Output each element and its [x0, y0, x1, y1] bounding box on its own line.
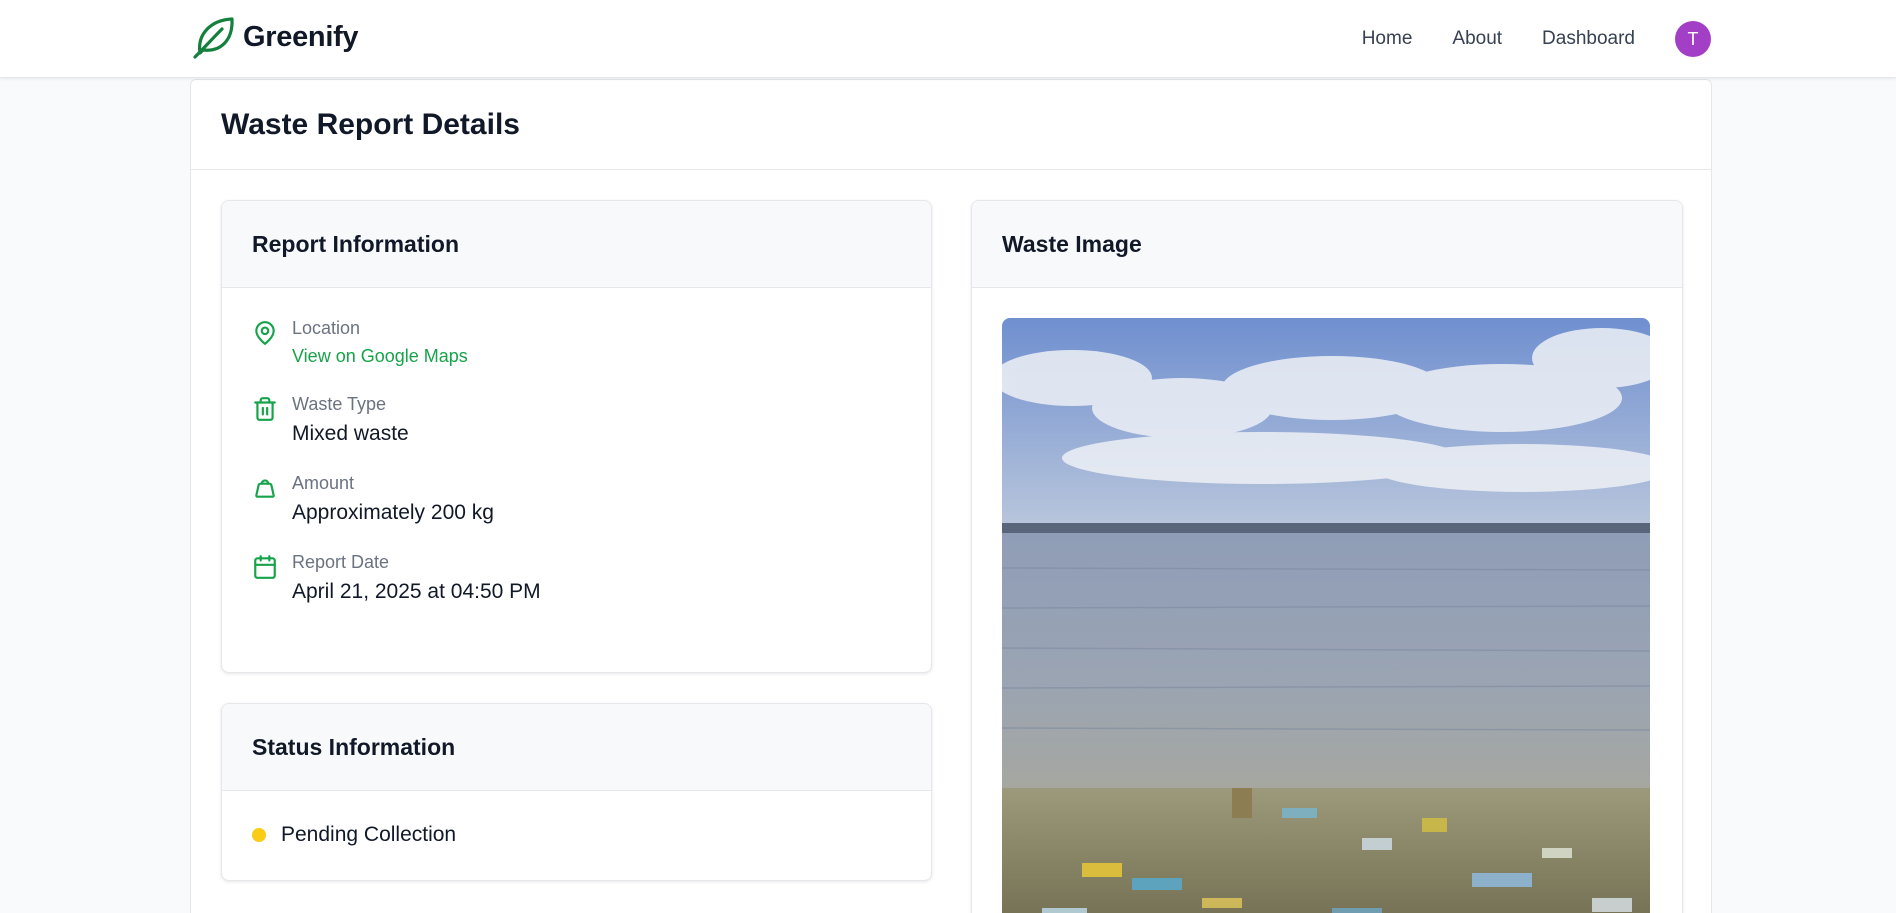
status-information-header: Status Information — [222, 704, 931, 791]
brand-logo[interactable]: Greenify — [191, 14, 359, 60]
location-item: Location View on Google Maps — [252, 318, 901, 367]
status-information-panel: Status Information Pending Collection — [221, 703, 932, 881]
map-pin-icon — [255, 321, 275, 345]
amount-value: Approximately 200 kg — [292, 501, 494, 524]
waste-type-label: Waste Type — [292, 394, 387, 414]
brand-name: Greenify — [243, 20, 359, 53]
user-avatar[interactable]: T — [1675, 21, 1711, 57]
nav-home-link[interactable]: Home — [1362, 28, 1413, 50]
status-indicator-dot — [252, 828, 266, 842]
nav-dashboard-link[interactable]: Dashboard — [1542, 28, 1635, 50]
report-information-panel: Report Information Location View on Goog… — [221, 200, 932, 673]
report-information-header: Report Information — [222, 201, 931, 288]
top-navbar: Greenify Home About Dashboard T — [0, 0, 1896, 78]
status-row: Pending Collection — [222, 791, 931, 879]
amount-item: Amount Approximately 200 kg — [252, 473, 901, 525]
nav-links: Home About Dashboard T — [1362, 0, 1896, 78]
status-text: Pending Collection — [281, 823, 457, 846]
report-details-card: Waste Report Details Report Information … — [190, 79, 1712, 913]
trash-icon — [254, 397, 276, 421]
report-date-value: April 21, 2025 at 04:50 PM — [292, 580, 541, 603]
calendar-icon — [254, 555, 276, 579]
location-label: Location — [292, 318, 361, 338]
waste-type-item: Waste Type Mixed waste — [252, 394, 901, 446]
waste-type-value: Mixed waste — [292, 422, 409, 445]
waste-image-title: Waste Image — [1002, 230, 1142, 257]
report-date-label: Report Date — [292, 552, 390, 572]
waste-image-panel: Waste Image — [971, 200, 1683, 913]
report-information-title: Report Information — [252, 230, 459, 257]
page-header: Waste Report Details — [191, 80, 1711, 170]
leaf-icon — [193, 17, 234, 59]
status-information-title: Status Information — [252, 733, 456, 760]
waste-image-header: Waste Image — [972, 201, 1682, 288]
amount-label: Amount — [292, 473, 355, 493]
page-title: Waste Report Details — [221, 107, 520, 141]
waste-photo — [1002, 318, 1650, 913]
report-information-list: Location View on Google Maps Waste Type … — [222, 288, 931, 604]
bag-icon — [255, 479, 275, 498]
google-maps-link[interactable]: View on Google Maps — [292, 346, 468, 367]
nav-about-link[interactable]: About — [1452, 28, 1502, 50]
report-date-item: Report Date April 21, 2025 at 04:50 PM — [252, 552, 901, 604]
